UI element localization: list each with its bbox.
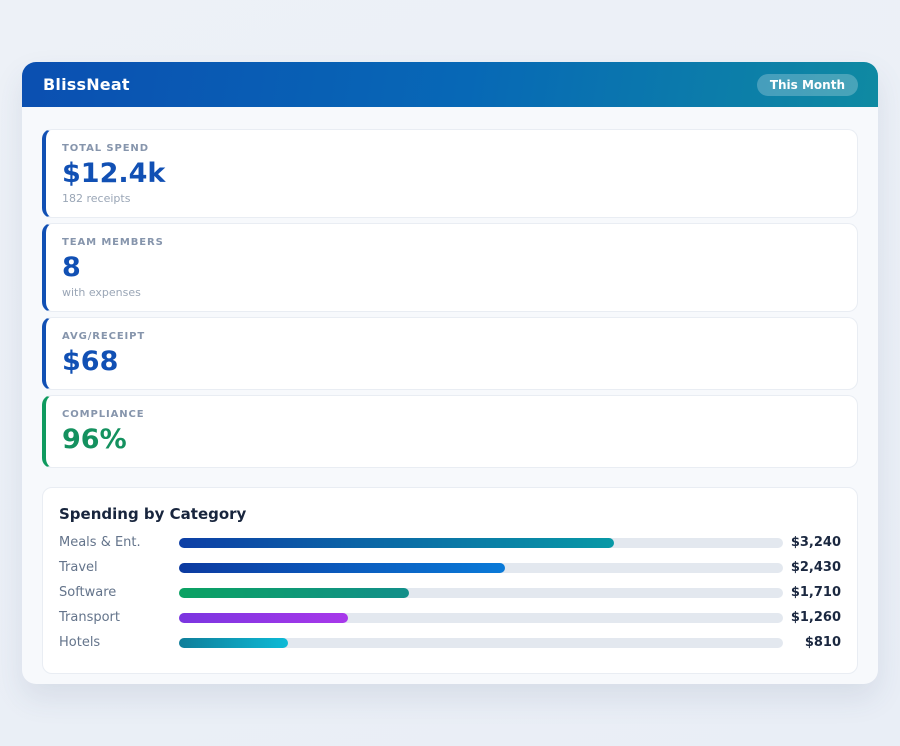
bar-fill	[179, 613, 348, 623]
category-label: Meals & Ent.	[59, 535, 179, 550]
chart-row: Travel $2,430	[59, 555, 841, 580]
bar-fill	[179, 563, 505, 573]
stat-card: TEAM MEMBERS 8 with expenses	[42, 223, 858, 312]
bar-fill	[179, 538, 614, 548]
category-label: Travel	[59, 560, 179, 575]
chart-row: Meals & Ent. $3,240	[59, 530, 841, 555]
chart-row: Transport $1,260	[59, 605, 841, 630]
category-label: Hotels	[59, 635, 179, 650]
bar-fill	[179, 588, 409, 598]
panel-body: TOTAL SPEND $12.4k 182 receipts TEAM MEM…	[22, 107, 878, 694]
app-header: BlissNeat This Month	[22, 62, 878, 107]
dashboard-panel: BlissNeat This Month TOTAL SPEND $12.4k …	[22, 62, 878, 684]
stat-value: $12.4k	[62, 158, 841, 189]
page-background: BlissNeat This Month TOTAL SPEND $12.4k …	[0, 0, 900, 746]
stat-value: 8	[62, 252, 841, 283]
stat-sub: 182 receipts	[62, 192, 841, 205]
stat-value: 96%	[62, 424, 841, 455]
category-value: $1,260	[783, 610, 841, 625]
bar-track	[179, 538, 783, 548]
category-value: $2,430	[783, 560, 841, 575]
stat-sub: with expenses	[62, 286, 841, 299]
category-value: $1,710	[783, 585, 841, 600]
bar-track	[179, 563, 783, 573]
stat-label: AVG/RECEIPT	[62, 331, 841, 342]
chart-rows: Meals & Ent. $3,240 Travel $2,430 Softwa…	[59, 530, 841, 655]
bar-track	[179, 613, 783, 623]
chart-title: Spending by Category	[59, 505, 841, 523]
stat-card: AVG/RECEIPT $68	[42, 317, 858, 390]
category-value: $810	[783, 635, 841, 650]
stat-card: COMPLIANCE 96%	[42, 395, 858, 468]
stat-label: TOTAL SPEND	[62, 143, 841, 154]
chart-row: Hotels $810	[59, 630, 841, 655]
period-badge[interactable]: This Month	[757, 74, 858, 96]
stat-card: TOTAL SPEND $12.4k 182 receipts	[42, 129, 858, 218]
stat-card-list: TOTAL SPEND $12.4k 182 receipts TEAM MEM…	[42, 129, 858, 468]
spending-chart-card: Spending by Category Meals & Ent. $3,240…	[42, 487, 858, 674]
bar-fill	[179, 638, 288, 648]
category-label: Transport	[59, 610, 179, 625]
app-title: BlissNeat	[43, 75, 130, 94]
stat-label: TEAM MEMBERS	[62, 237, 841, 248]
chart-row: Software $1,710	[59, 580, 841, 605]
stat-label: COMPLIANCE	[62, 409, 841, 420]
stat-value: $68	[62, 346, 841, 377]
category-label: Software	[59, 585, 179, 600]
bar-track	[179, 588, 783, 598]
bar-track	[179, 638, 783, 648]
category-value: $3,240	[783, 535, 841, 550]
